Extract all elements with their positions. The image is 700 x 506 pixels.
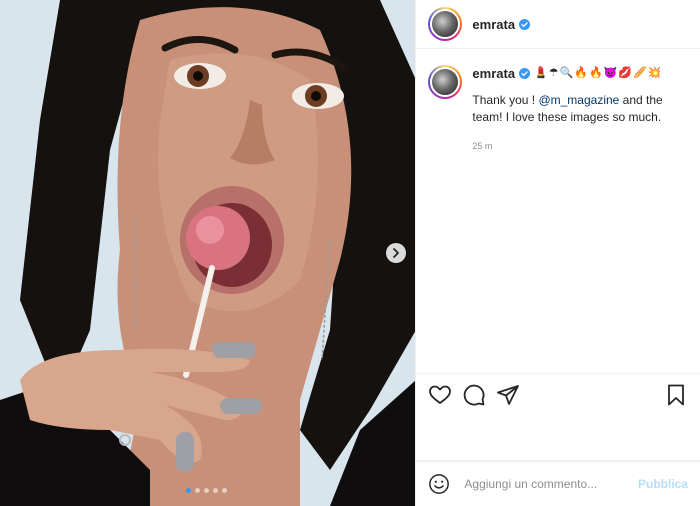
verified-badge-icon [519,18,531,30]
caption-text: Thank you ! @m_magazine and the team! I … [472,92,682,126]
chevron-right-icon [393,248,399,258]
caption-text-start: Thank you ! [472,93,539,107]
emoji-icon[interactable] [428,473,450,495]
comment-form: Pubblica [416,461,700,506]
avatar[interactable] [428,65,463,99]
carousel-dot [195,488,200,493]
carousel-dot [213,488,218,493]
carousel-dot [204,488,209,493]
publish-button[interactable]: Pubblica [638,477,688,491]
post-photo [0,0,416,506]
carousel-dot [222,488,227,493]
post-media[interactable] [0,0,416,506]
comment-input[interactable] [462,476,638,492]
post-side-panel: emrata emrata 💄☂🔍🔥🔥😈💋🥖💥 Thank you ! @m_m… [415,0,700,506]
mention-link[interactable]: @m_magazine [538,93,619,107]
action-bar [416,373,700,416]
comment-icon[interactable] [462,383,486,407]
caption-username[interactable]: emrata [472,65,515,82]
post-caption: emrata 💄☂🔍🔥🔥😈💋🥖💥 Thank you ! @m_magazine… [416,49,700,155]
heart-icon[interactable] [428,383,452,407]
carousel-indicator [186,488,227,493]
verified-badge-icon [519,68,531,79]
post-header: emrata [416,0,700,49]
post-timestamp[interactable]: 25 m [472,138,682,155]
bookmark-icon[interactable] [664,383,688,407]
caption-emojis: 💄☂🔍🔥🔥😈💋🥖💥 [534,67,663,79]
carousel-dot [186,488,191,493]
share-icon[interactable] [496,383,520,407]
instagram-post: emrata emrata 💄☂🔍🔥🔥😈💋🥖💥 Thank you ! @m_m… [0,0,700,506]
avatar[interactable] [428,7,463,41]
header-username[interactable]: emrata [472,17,515,32]
next-slide-button[interactable] [386,243,406,263]
post-meta-area [416,416,700,461]
